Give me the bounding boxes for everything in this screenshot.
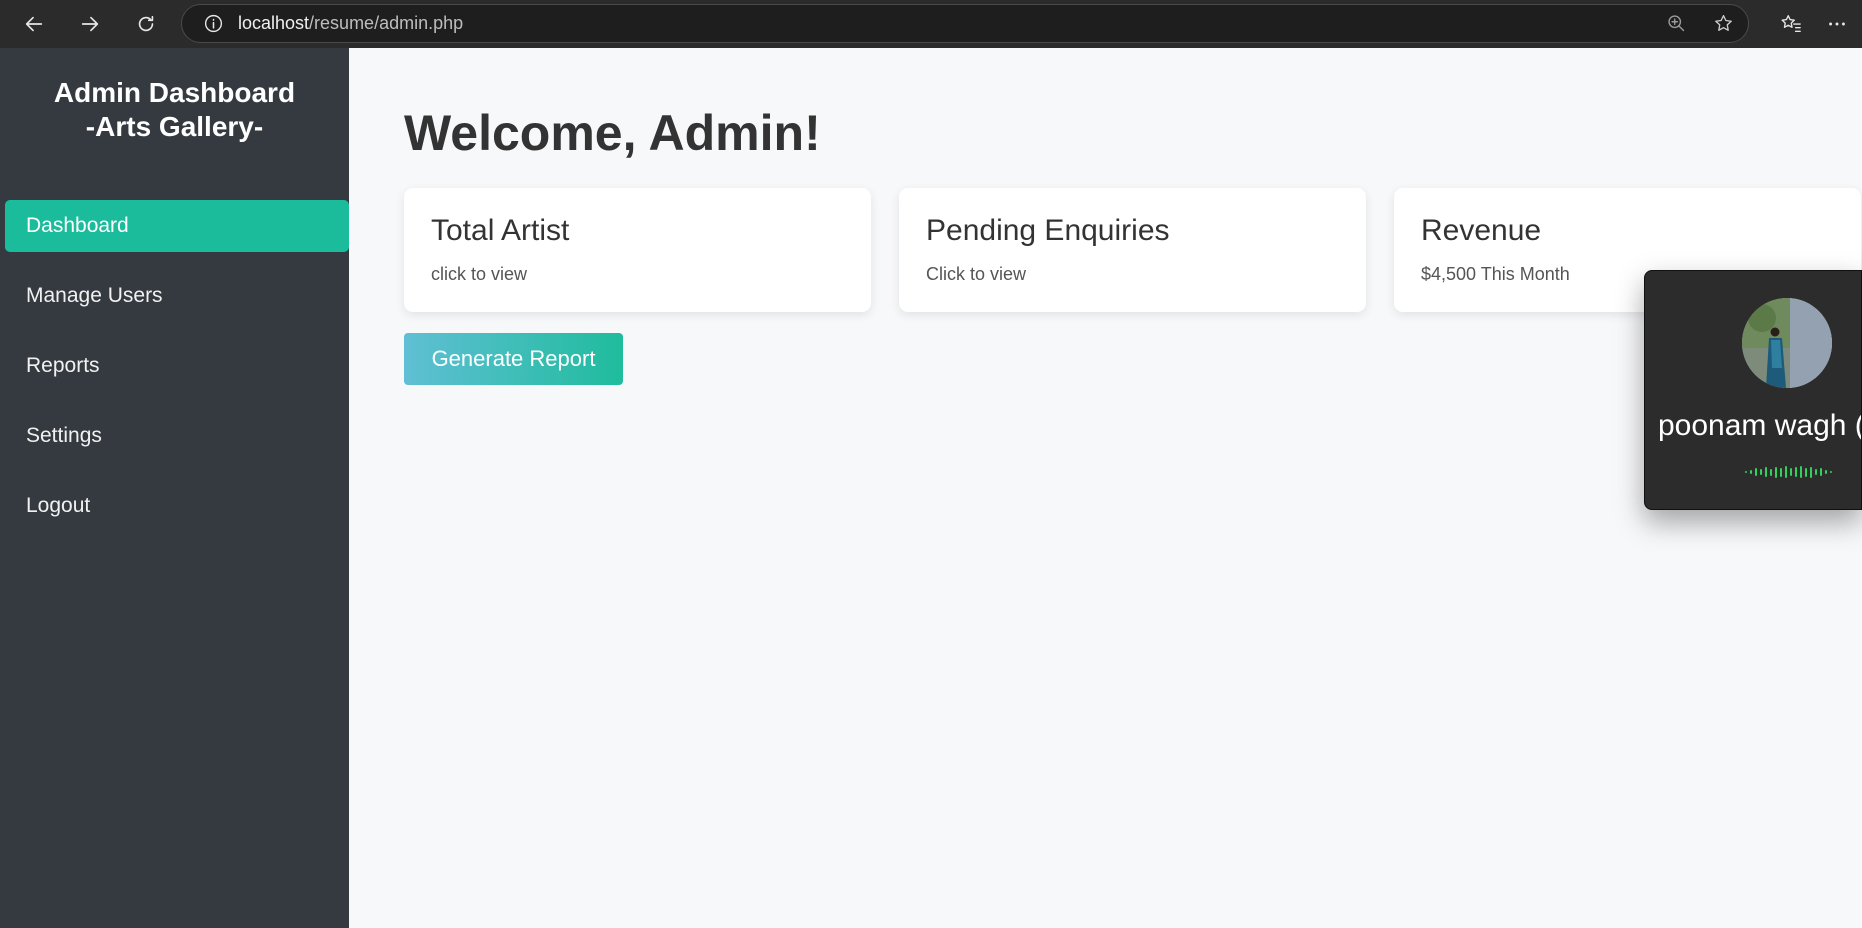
caller-name: poonam wagh ( xyxy=(1658,409,1862,442)
sidebar-item-reports[interactable]: Reports xyxy=(5,340,349,392)
card-title: Pending Enquiries xyxy=(926,214,1170,247)
site-info-icon[interactable] xyxy=(202,13,224,35)
sidebar-item-settings[interactable]: Settings xyxy=(5,410,349,462)
favorites-icon[interactable] xyxy=(1780,13,1802,35)
arrow-right-icon xyxy=(81,16,99,32)
card-subtitle: click to view xyxy=(431,264,528,284)
card-title: Total Artist xyxy=(431,214,570,247)
browser-toolbar: localhost/resume/admin.php xyxy=(0,0,1862,48)
sidebar-item-logout[interactable]: Logout xyxy=(5,480,349,532)
reload-button[interactable] xyxy=(126,4,166,44)
card-subtitle: Click to view xyxy=(926,264,1027,284)
sidebar: Admin Dashboard -Arts Gallery- Dashboard… xyxy=(0,48,349,928)
main-content: Welcome, Admin! Total Artist click to vi… xyxy=(349,48,1862,928)
url-path: /resume/admin.php xyxy=(309,13,464,33)
star-icon[interactable] xyxy=(1713,13,1734,34)
card-total-artist[interactable]: Total Artist click to view xyxy=(404,188,871,312)
reload-icon xyxy=(138,15,154,32)
url-text[interactable]: localhost/resume/admin.php xyxy=(238,13,463,34)
back-button[interactable] xyxy=(14,4,54,44)
call-overlay[interactable]: poonam wagh ( xyxy=(1644,270,1862,510)
zoom-icon[interactable] xyxy=(1666,13,1687,34)
sidebar-menu: Dashboard Manage Users Reports Settings … xyxy=(0,200,349,532)
brand-line-1: Admin Dashboard xyxy=(53,77,296,108)
card-title: Revenue xyxy=(1421,214,1542,247)
sidebar-item-manage-users[interactable]: Manage Users xyxy=(5,270,349,322)
address-bar[interactable]: localhost/resume/admin.php xyxy=(181,4,1749,43)
forward-button[interactable] xyxy=(70,4,110,44)
page-title: Welcome, Admin! xyxy=(404,105,821,161)
sidebar-item-dashboard[interactable]: Dashboard xyxy=(5,200,349,252)
brand-title: Admin Dashboard -Arts Gallery- xyxy=(0,76,349,144)
audio-wave-icon xyxy=(1745,465,1832,479)
generate-report-button[interactable]: Generate Report xyxy=(404,333,623,385)
brand-line-2: -Arts Gallery- xyxy=(85,111,264,142)
card-pending-enquiries[interactable]: Pending Enquiries Click to view xyxy=(899,188,1366,312)
arrow-left-icon xyxy=(25,16,43,32)
avatar xyxy=(1742,298,1832,388)
more-options-icon[interactable] xyxy=(1826,13,1848,35)
url-host: localhost xyxy=(238,13,310,33)
